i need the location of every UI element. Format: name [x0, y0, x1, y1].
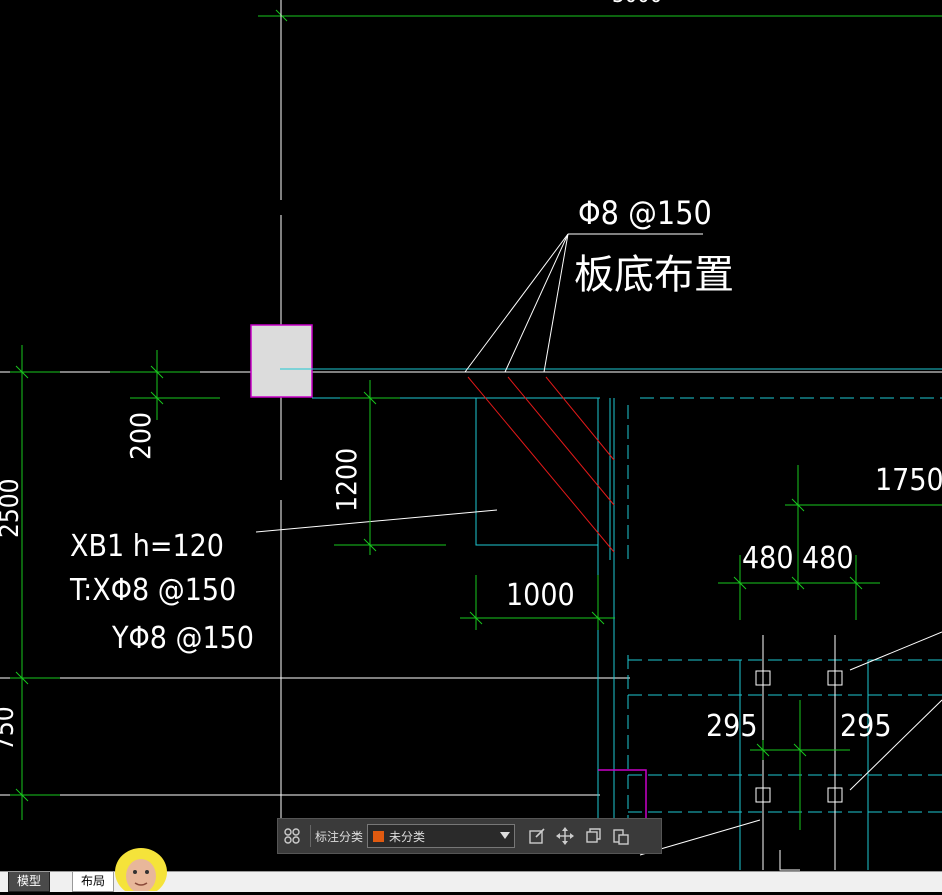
dim-1000: 1000 — [506, 578, 575, 613]
dim-295-a: 295 — [706, 709, 758, 744]
move-icon[interactable] — [551, 822, 579, 850]
annotation-toolbar: 标注分类 未分类 — [277, 818, 662, 854]
dim-1200: 1200 — [330, 448, 363, 512]
tab-model[interactable]: 模型 — [8, 872, 51, 892]
edit-icon[interactable] — [523, 822, 551, 850]
grid-menu-icon[interactable] — [278, 822, 306, 850]
column-block — [250, 324, 313, 398]
rebar-callout-text: Φ8 @150 — [578, 194, 712, 232]
dim-200: 200 — [124, 412, 157, 460]
chevron-down-icon — [500, 829, 511, 843]
paste-icon[interactable] — [607, 822, 635, 850]
category-select[interactable]: 未分类 — [367, 824, 516, 848]
left-dim-2: 750 — [0, 706, 20, 751]
dim-295-b: 295 — [840, 709, 892, 744]
rebar-callout-desc: 板底布置 — [574, 252, 734, 298]
dim-1750: 1750 — [875, 463, 942, 498]
avatar — [113, 846, 169, 895]
toolbar-divider — [310, 825, 311, 847]
copy-icon[interactable] — [579, 822, 607, 850]
category-label: 标注分类 — [315, 829, 364, 844]
tab-layout[interactable]: 布局 — [72, 872, 115, 892]
cad-canvas[interactable]: 3000 Φ8 @150 板底布置 XB1 h=120 T:XΦ8 @150 — [0, 0, 942, 891]
dim-480-a: 480 — [742, 541, 794, 576]
dim-480-b: 480 — [802, 541, 854, 576]
slab-label: XB1 h=120 — [70, 529, 224, 564]
left-dim-1: 2500 — [0, 478, 25, 538]
slab-rebar-y: YΦ8 @150 — [111, 621, 254, 656]
category-value: 未分类 — [389, 829, 426, 844]
slab-rebar-x: T:XΦ8 @150 — [69, 573, 236, 608]
category-color-swatch — [373, 830, 385, 842]
top-dimension-text: 3000 — [612, 0, 662, 8]
